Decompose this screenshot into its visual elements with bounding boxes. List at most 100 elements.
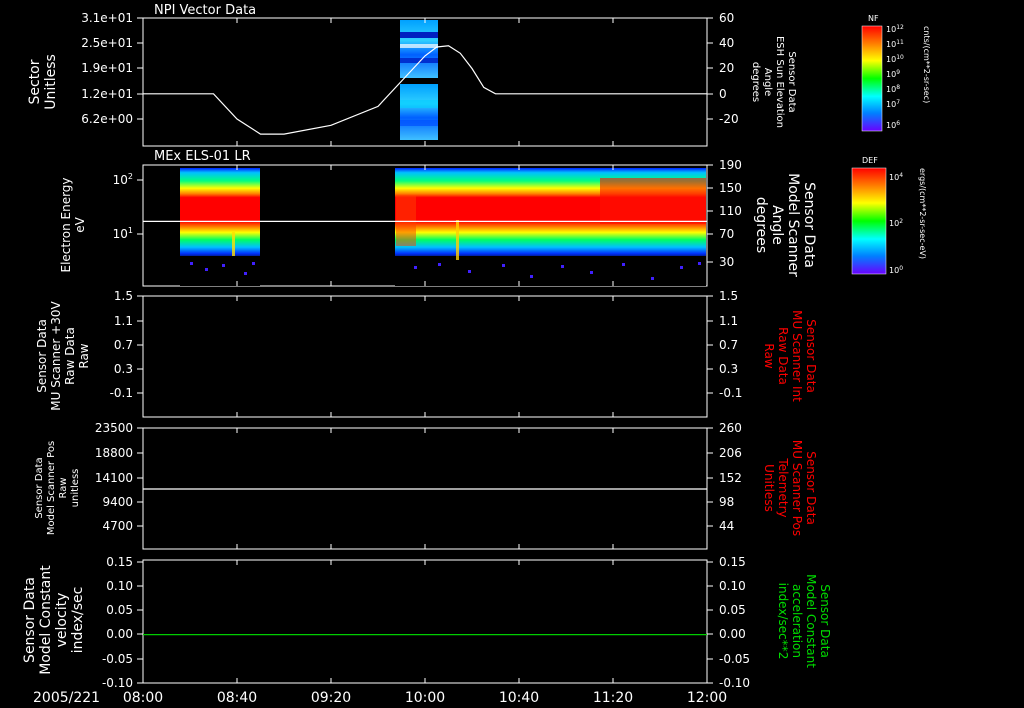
left-tick-label: 101 xyxy=(113,226,133,241)
right-tick-label: 0.15 xyxy=(719,555,746,569)
left-label-model-const-line: Sensor Data xyxy=(22,577,38,663)
right-tick-label: 260 xyxy=(719,421,742,435)
time-tick-label: 08:00 xyxy=(123,690,163,706)
right-tick-label: 110 xyxy=(719,204,742,218)
panel-frame-mu-raw xyxy=(142,295,708,418)
time-tick-label: 10:40 xyxy=(499,690,539,706)
right-tick-label: 0.7 xyxy=(719,338,738,352)
left-label-scanner-pos-line: Model Scanner Pos xyxy=(46,441,57,535)
left-tick-label: 9400 xyxy=(102,495,133,509)
right-tick-label: 150 xyxy=(719,181,742,195)
right-tick-label: -0.1 xyxy=(719,386,742,400)
right-label-mu-raw: Sensor Data MU Scanner Int Raw Data Raw xyxy=(762,310,818,402)
left-tick-label: 1.1 xyxy=(114,314,133,328)
right-label-npi-line: Sensor Data xyxy=(786,51,797,112)
right-label-scanner-pos-line: Telemetry xyxy=(776,457,790,517)
right-tick-label: 206 xyxy=(719,446,742,460)
left-tick-label: 3.1e+01 xyxy=(81,11,133,25)
plot-canvas: NPI Vector Data MEx ELS-01 LR 3.1e+012.5… xyxy=(22,3,931,706)
left-label-npi-line: Unitless xyxy=(43,54,59,110)
right-label-npi-line: degrees xyxy=(750,62,761,102)
right-label-model-const: Sensor Data Model Constant acceleration … xyxy=(776,574,832,668)
right-label-mu-raw-line: Sensor Data xyxy=(804,319,818,393)
left-label-els-line: Electron Energy xyxy=(59,177,73,272)
left-tick-label: 0.15 xyxy=(106,555,133,569)
left-tick-label: 1.5 xyxy=(114,289,133,303)
panel-frame-model-const xyxy=(142,559,708,684)
time-tick-label: 11:20 xyxy=(593,690,633,706)
left-tick-label: 4700 xyxy=(102,519,133,533)
left-tick-label: 102 xyxy=(113,172,133,187)
colorbar-tick-label: 109 xyxy=(886,69,900,79)
left-label-els-line: eV xyxy=(73,216,87,232)
right-label-mu-raw-line: MU Scanner Int xyxy=(790,310,804,402)
right-label-els-line: Sensor Data xyxy=(801,182,817,268)
left-label-model-const-line: index/sec xyxy=(70,587,86,654)
left-label-mu-raw-line: Raw Data xyxy=(63,327,77,385)
left-tick-label: 0.3 xyxy=(114,362,133,376)
colorbar-nf-unit: cnts/(cm**2-sr-sec) xyxy=(922,26,931,103)
right-tick-label: 20 xyxy=(719,61,734,75)
right-label-model-const-line: index/sec**2 xyxy=(776,583,790,660)
colorbar-tick-label: 1011 xyxy=(886,39,904,49)
right-tick-label: 40 xyxy=(719,36,734,50)
left-tick-label: 2.5e+01 xyxy=(81,36,133,50)
right-label-scanner-pos-line: MU Scanner Pos xyxy=(790,440,804,536)
left-tick-label: 6.2e+00 xyxy=(81,112,133,126)
right-tick-label: -20 xyxy=(719,112,739,126)
right-tick-label: 60 xyxy=(719,11,734,25)
colorbar-def-unit: ergs/(cm**2-sr-sec-eV) xyxy=(918,168,927,259)
colorbar-def-title: DEF xyxy=(862,156,878,165)
time-axis-date: 2005/221 xyxy=(33,690,100,706)
panel-title-els: MEx ELS-01 LR xyxy=(154,149,251,164)
left-tick-label: -0.10 xyxy=(102,676,133,690)
colorbar-tick-label: 106 xyxy=(886,120,900,130)
right-label-npi: Sensor Data ESH Sun Elevation Angle degr… xyxy=(750,36,797,128)
right-label-model-const-line: Model Constant xyxy=(804,574,818,668)
right-tick-label: 0.05 xyxy=(719,603,746,617)
time-tick-label: 10:00 xyxy=(405,690,445,706)
colorbar-tick-label: 100 xyxy=(889,265,903,275)
right-tick-label: 70 xyxy=(719,227,734,241)
panel-title-npi: NPI Vector Data xyxy=(154,3,256,18)
left-label-npi: Sector Unitless xyxy=(27,54,59,110)
right-label-scanner-pos-line: Unitless xyxy=(762,464,776,512)
left-tick-label: 0.00 xyxy=(106,627,133,641)
right-label-scanner-pos: Sensor Data MU Scanner Pos Telemetry Uni… xyxy=(762,440,818,536)
left-label-model-const: Sensor Data Model Constant velocity inde… xyxy=(22,565,86,675)
right-label-els-line: degrees xyxy=(753,197,769,253)
npi-spectrogram xyxy=(400,20,438,140)
right-label-npi-line: Angle xyxy=(762,68,773,96)
right-label-model-const-line: Sensor Data xyxy=(818,584,832,658)
left-tick-label: 1.9e+01 xyxy=(81,61,133,75)
right-tick-label: 1.1 xyxy=(719,314,738,328)
els-spectrogram xyxy=(180,168,706,286)
right-label-scanner-pos-line: Sensor Data xyxy=(804,451,818,525)
colorbar-tick-label: 1012 xyxy=(886,24,904,34)
time-tick-label: 09:20 xyxy=(311,690,351,706)
time-tick-label: 12:00 xyxy=(687,690,727,706)
left-label-mu-raw: Sensor Data MU Scanner +30V Raw Data Raw xyxy=(35,301,91,411)
right-label-model-const-line: acceleration xyxy=(790,584,804,658)
colorbar-tick-label: 108 xyxy=(886,84,900,94)
left-label-els: Electron Energy eV xyxy=(59,177,87,272)
left-label-mu-raw-line: Sensor Data xyxy=(35,319,49,393)
right-tick-label: -0.05 xyxy=(719,652,750,666)
right-tick-label: 0 xyxy=(719,87,727,101)
left-label-scanner-pos: Sensor Data Model Scanner Pos Raw unitle… xyxy=(34,441,81,535)
right-tick-label: 0.3 xyxy=(719,362,738,376)
right-label-npi-line: ESH Sun Elevation xyxy=(774,36,785,128)
right-label-mu-raw-line: Raw xyxy=(762,343,776,368)
left-tick-label: -0.05 xyxy=(102,652,133,666)
left-tick-label: 0.05 xyxy=(106,603,133,617)
right-label-mu-raw-line: Raw Data xyxy=(776,327,790,385)
right-tick-label: 98 xyxy=(719,495,734,509)
left-label-mu-raw-line: MU Scanner +30V xyxy=(49,301,63,411)
left-label-scanner-pos-line: unitless xyxy=(70,469,81,508)
right-tick-label: 30 xyxy=(719,255,734,269)
left-label-npi-line: Sector xyxy=(27,59,43,104)
right-tick-label: 44 xyxy=(719,519,734,533)
time-tick-label: 08:40 xyxy=(217,690,257,706)
right-label-els: Sensor Data Model Scanner Angle degrees xyxy=(753,173,817,277)
right-tick-label: 0.10 xyxy=(719,579,746,593)
